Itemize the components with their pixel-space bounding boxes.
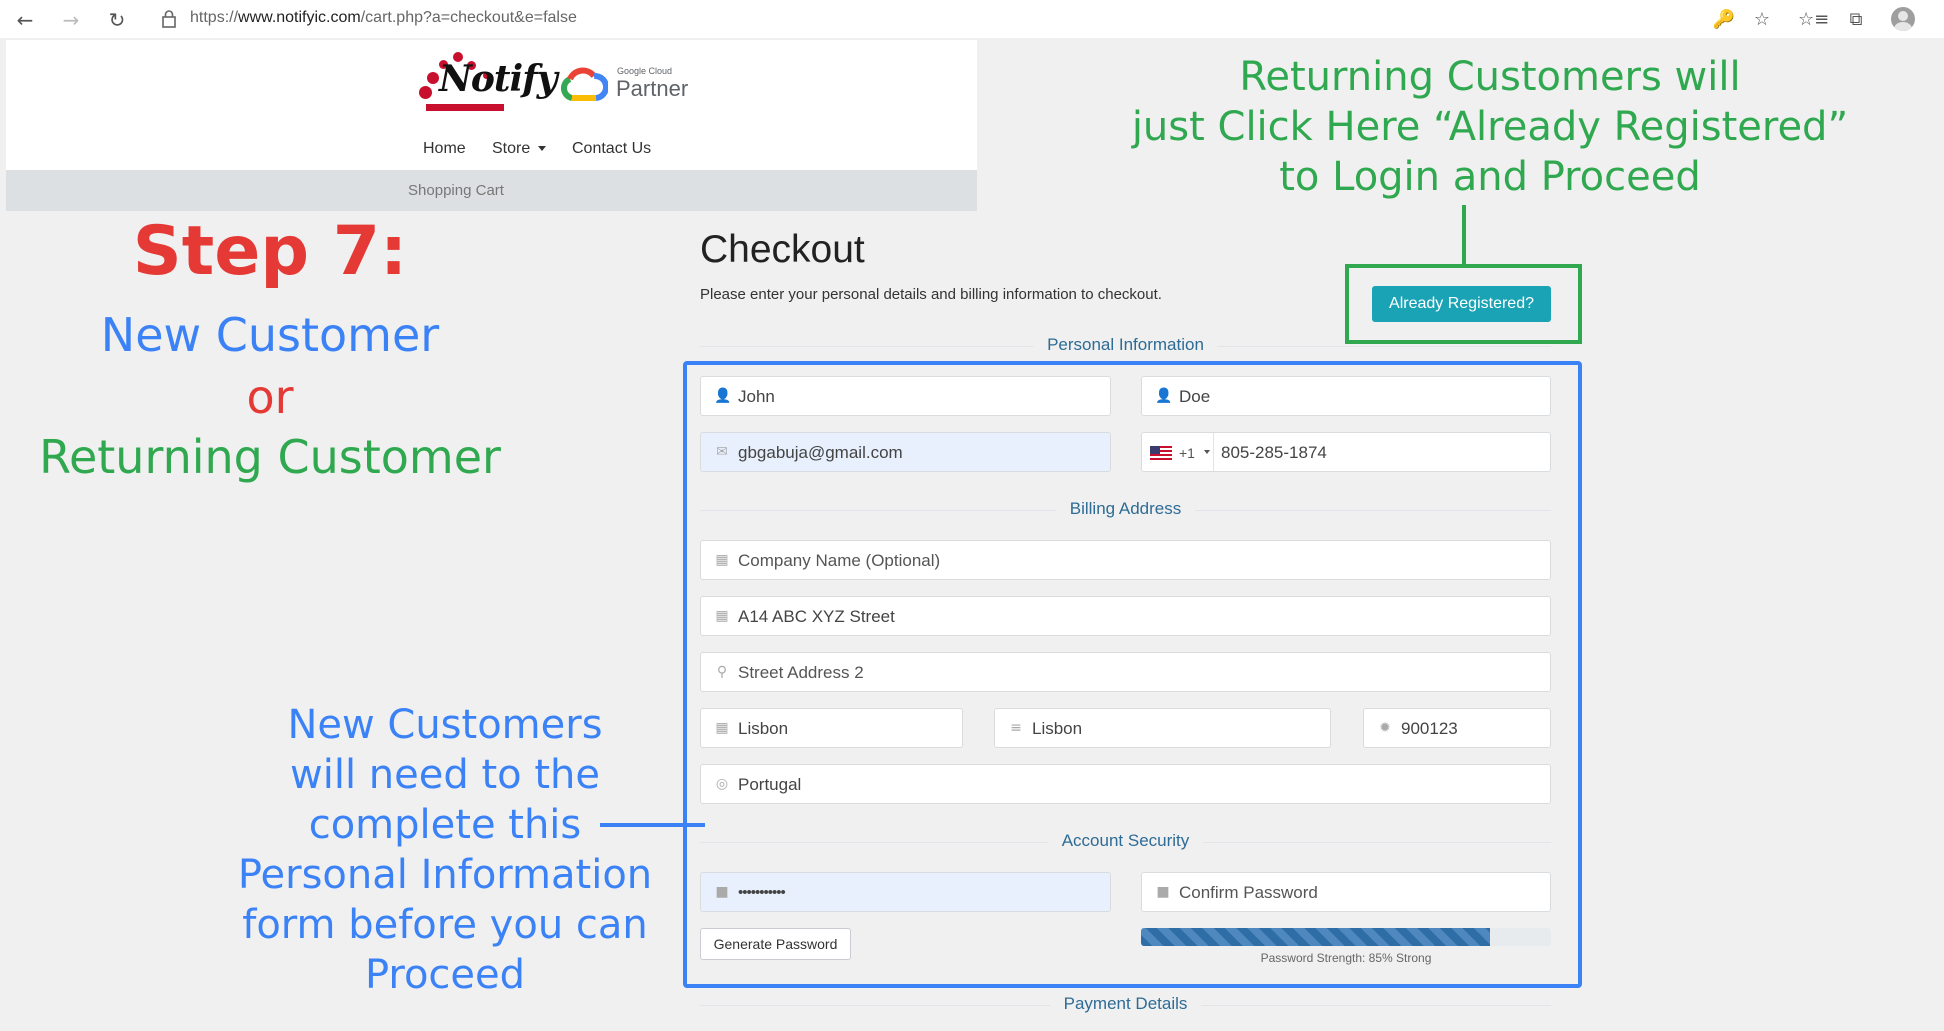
generate-password-button[interactable]: Generate Password — [700, 928, 851, 960]
new-customers-callout: New Customers will need to the complete … — [237, 702, 653, 998]
star-icon[interactable]: ☆ — [1750, 8, 1774, 32]
company-placeholder: Company Name (Optional) — [738, 551, 941, 570]
envelope-icon: ✉ — [716, 444, 728, 460]
section-label: Payment Details — [1049, 994, 1202, 1014]
section-label: Billing Address — [1055, 499, 1196, 519]
google-cloud-icon — [560, 67, 608, 101]
confirm-password-placeholder: Confirm Password — [1179, 883, 1318, 902]
map-pin-icon: ⚲ — [716, 664, 728, 680]
postcode-value: 900123 — [1401, 719, 1458, 738]
lock-icon — [162, 10, 176, 28]
address2-placeholder: Street Address 2 — [738, 663, 864, 682]
email-field[interactable]: ✉ gbgabuja@gmail.com — [700, 432, 1111, 472]
collections-icon[interactable]: ⧉ — [1844, 8, 1868, 32]
section-personal: Personal Information — [700, 335, 1551, 357]
city-field[interactable]: ▦ Lisbon — [700, 708, 963, 748]
user-icon: 👤 — [714, 388, 732, 404]
returning-customers-callout: Returning Customers will just Click Here… — [1131, 54, 1849, 200]
user-icon: 👤 — [1155, 388, 1173, 404]
lock-icon: ■ — [1156, 884, 1170, 900]
last-name-value: Doe — [1179, 387, 1211, 406]
country-value: Portugal — [738, 775, 802, 794]
password-field[interactable]: ■ ••••••••••• — [700, 872, 1111, 912]
breadcrumb: Shopping Cart — [6, 170, 977, 211]
key-icon[interactable]: 🔑 — [1712, 8, 1736, 32]
password-strength-label: Password Strength: 85% Strong — [1260, 951, 1432, 965]
already-registered-button[interactable]: Already Registered? — [1372, 286, 1551, 322]
confirm-password-field[interactable]: ■ Confirm Password — [1141, 872, 1551, 912]
nav-home[interactable]: Home — [423, 140, 466, 158]
or-annotation: or — [246, 370, 294, 424]
postcode-field[interactable]: ✹ 900123 — [1363, 708, 1551, 748]
step-annotation: Step 7: — [132, 212, 408, 291]
callout-connector — [1462, 205, 1466, 267]
lock-icon: ■ — [715, 884, 729, 900]
checkout-subtitle: Please enter your personal details and b… — [700, 286, 1162, 303]
section-label: Account Security — [1047, 831, 1204, 851]
breadcrumb-shopping-cart[interactable]: Shopping Cart — [6, 182, 906, 199]
building-icon: ▦ — [715, 720, 729, 736]
address2-field[interactable]: ⚲ Street Address 2 — [700, 652, 1551, 692]
building-icon: ▦ — [715, 608, 729, 624]
chevron-down-icon[interactable] — [1204, 450, 1210, 454]
certificate-icon: ✹ — [1379, 720, 1391, 736]
section-billing: Billing Address — [700, 499, 1551, 521]
city-value: Lisbon — [738, 719, 789, 738]
phone-value: 805-285-1874 — [1221, 443, 1327, 462]
last-name-field[interactable]: 👤 Doe — [1141, 376, 1551, 416]
logo-text: Notify — [439, 58, 558, 100]
site-header: Notify Google Cloud Partner Home Store C… — [6, 40, 977, 170]
password-strength-bar — [1141, 928, 1551, 946]
first-name-value: John — [738, 387, 775, 406]
company-field[interactable]: ▦ Company Name (Optional) — [700, 540, 1551, 580]
country-select[interactable]: ◎ Portugal — [700, 764, 1551, 804]
section-security: Account Security — [700, 831, 1551, 853]
nav-store[interactable]: Store — [492, 140, 547, 158]
notify-logo[interactable]: Notify — [419, 52, 558, 112]
password-value: ••••••••••• — [738, 884, 786, 901]
new-customer-annotation: New Customer — [100, 308, 440, 362]
returning-customer-annotation: Returning Customer — [39, 430, 501, 484]
signpost-icon: ≡ — [1010, 720, 1022, 736]
first-name-field[interactable]: 👤 John — [700, 376, 1111, 416]
building-icon: ▦ — [715, 552, 729, 568]
forward-icon[interactable]: → — [58, 8, 84, 32]
nav-contact[interactable]: Contact Us — [572, 140, 651, 158]
address1-field[interactable]: ▦ A14 ABC XYZ Street — [700, 596, 1551, 636]
section-payment: Payment Details — [700, 994, 1551, 1016]
chevron-down-icon — [538, 146, 547, 152]
globe-icon: ◎ — [715, 776, 729, 792]
password-strength-fill — [1141, 928, 1490, 946]
back-icon[interactable]: ← — [12, 8, 38, 32]
page-title: Checkout — [700, 228, 865, 271]
section-label: Personal Information — [1033, 335, 1218, 355]
google-cloud-label: Google Cloud — [617, 66, 673, 76]
state-field[interactable]: ≡ Lisbon — [994, 708, 1331, 748]
profile-icon[interactable] — [1891, 7, 1915, 31]
us-flag-icon[interactable] — [1150, 446, 1172, 460]
phone-field[interactable]: +1 805-285-1874 — [1141, 432, 1551, 472]
email-value: gbgabuja@gmail.com — [738, 443, 903, 462]
address1-value: A14 ABC XYZ Street — [738, 607, 895, 626]
state-value: Lisbon — [1032, 719, 1083, 738]
refresh-icon[interactable]: ↻ — [104, 8, 130, 32]
country-code[interactable]: +1 — [1179, 445, 1195, 461]
browser-toolbar: ← → ↻ https://www.notifyic.com/cart.php?… — [0, 0, 1944, 38]
partner-label: Partner — [616, 76, 689, 101]
address-bar[interactable]: https://www.notifyic.com/cart.php?a=chec… — [190, 9, 577, 27]
favorites-icon[interactable]: ☆≡ — [1798, 8, 1829, 32]
